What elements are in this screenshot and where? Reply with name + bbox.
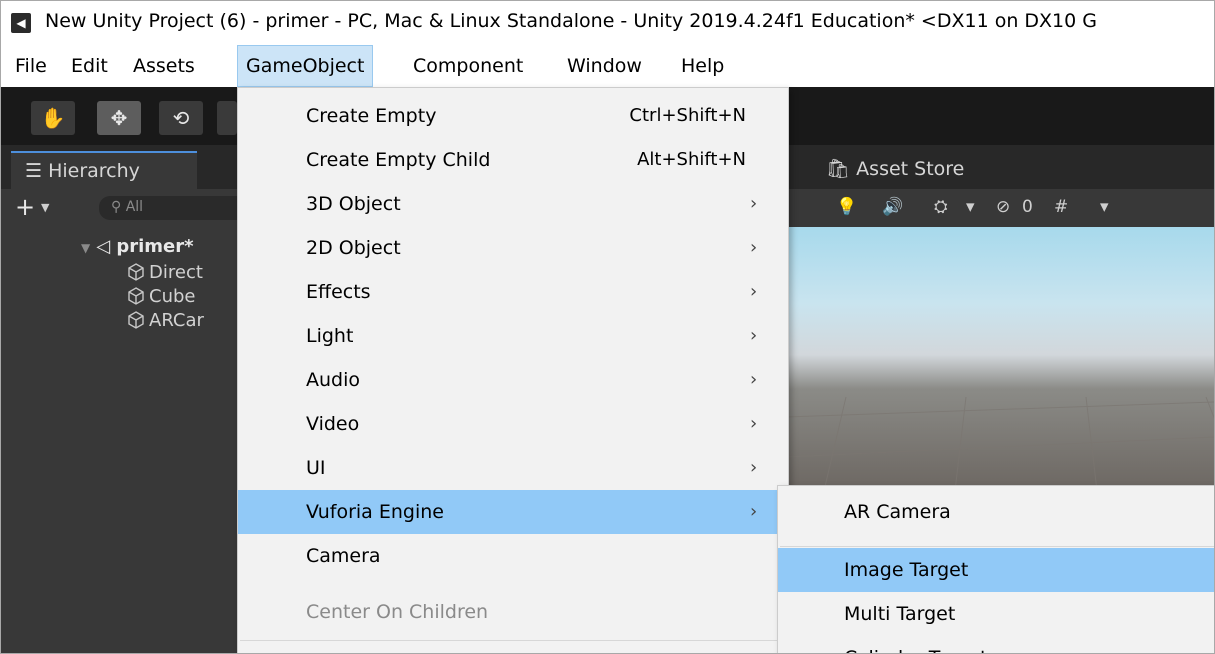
menu-edit[interactable]: Edit — [63, 45, 116, 87]
vuforia-submenu: AR Camera Image Target Multi Target Cyli… — [777, 485, 1214, 653]
shortcut-text: Alt+Shift+N — [637, 149, 746, 170]
menu-item-create-empty-child[interactable]: Create Empty Child Alt+Shift+N — [238, 138, 788, 182]
scale-tool-icon[interactable] — [217, 101, 237, 135]
expand-arrow-icon[interactable]: ▼ — [81, 241, 90, 255]
menu-item-light[interactable]: Light › — [238, 314, 788, 358]
submenu-arrow-icon: › — [750, 325, 758, 346]
unity-window: ◀ New Unity Project (6) - primer - PC, M… — [0, 0, 1215, 654]
submenu-separator — [780, 546, 1214, 547]
menu-window[interactable]: Window — [559, 45, 650, 87]
rotate-tool-icon[interactable]: ⟲ — [159, 101, 203, 135]
grid-dropdown-chevron-icon[interactable]: ▾ — [1100, 197, 1109, 217]
menu-item-audio[interactable]: Audio › — [238, 358, 788, 402]
submenu-item-image-target[interactable]: Image Target — [778, 548, 1214, 592]
menu-item-center-on-children: Center On Children — [306, 601, 489, 623]
hierarchy-panel: ▼ ◁ primer* Direct Cube ARCar — [1, 227, 241, 653]
submenu-arrow-icon: › — [750, 369, 758, 390]
bag-icon: 🛍 — [826, 158, 857, 180]
menu-item-ui[interactable]: UI › — [238, 446, 788, 490]
grid-toggle-icon[interactable]: # — [1054, 197, 1068, 217]
hidden-objects-icon[interactable]: ⊘ — [996, 197, 1010, 217]
tab-hierarchy-label: Hierarchy — [48, 160, 140, 182]
submenu-item-ar-camera[interactable]: AR Camera — [778, 490, 1214, 534]
submenu-arrow-icon: › — [750, 413, 758, 434]
menu-file[interactable]: File — [7, 45, 55, 87]
title-bar: ◀ New Unity Project (6) - primer - PC, M… — [1, 1, 1214, 45]
submenu-item-multi-target[interactable]: Multi Target — [778, 592, 1214, 636]
menu-item-vuforia-engine[interactable]: Vuforia Engine › — [238, 490, 788, 534]
search-icon: ⚲ — [111, 199, 126, 215]
hierarchy-toolbar: + ▼ ⚲ All — [1, 189, 249, 227]
tree-item-directional-light[interactable]: Direct — [127, 261, 203, 285]
submenu-arrow-icon: › — [750, 457, 758, 478]
lighting-toggle-icon[interactable]: 💡 — [836, 197, 857, 217]
gameobject-icon — [128, 311, 144, 329]
effects-dropdown-chevron-icon[interactable]: ▾ — [966, 197, 975, 217]
unity-logo-icon: ◀ — [11, 13, 31, 33]
chevron-down-icon[interactable]: ▼ — [41, 201, 49, 214]
gameobject-icon — [128, 287, 144, 305]
menu-item-video[interactable]: Video › — [238, 402, 788, 446]
move-tool-icon[interactable]: ✥ — [97, 101, 141, 135]
menu-gameobject[interactable]: GameObject — [237, 45, 374, 87]
menu-assets[interactable]: Assets — [125, 45, 203, 87]
submenu-arrow-icon: › — [750, 501, 758, 522]
menu-item-2d-object[interactable]: 2D Object › — [238, 226, 788, 270]
submenu-arrow-icon: › — [750, 237, 758, 258]
hidden-objects-count: 0 — [1022, 197, 1033, 217]
gameobject-icon — [128, 263, 144, 281]
menu-item-3d-object[interactable]: 3D Object › — [238, 182, 788, 226]
scene-view-toolbar: 💡 🔊 ⛭ ▾ ⊘ 0 # ▾ — [786, 189, 1214, 227]
add-object-button[interactable]: + — [15, 193, 35, 221]
hand-tool-icon[interactable]: ✋ — [31, 101, 75, 135]
shortcut-text: Ctrl+Shift+N — [629, 105, 746, 126]
submenu-item-cylinder-target[interactable]: Cylinder Target — [778, 636, 1214, 653]
submenu-arrow-icon: › — [750, 193, 758, 214]
gameobject-dropdown-menu: Create Empty Ctrl+Shift+N Create Empty C… — [237, 87, 789, 653]
menu-item-create-empty[interactable]: Create Empty Ctrl+Shift+N — [238, 94, 788, 138]
tab-hierarchy[interactable]: ☰ Hierarchy — [11, 151, 197, 189]
window-title: New Unity Project (6) - primer - PC, Mac… — [45, 10, 1097, 32]
effects-toggle-icon[interactable]: ⛭ — [934, 197, 948, 217]
menu-separator — [240, 640, 786, 641]
scene-root-item[interactable]: ▼ ◁ primer* — [81, 235, 194, 259]
tree-item-arcamera[interactable]: ARCar — [127, 309, 204, 333]
audio-toggle-icon[interactable]: 🔊 — [882, 197, 903, 217]
scene-tab-bar: 🛍 Asset Store — [786, 145, 1214, 189]
hamburger-icon: ☰ — [25, 160, 49, 182]
hierarchy-search-placeholder: ⚲ All — [111, 199, 144, 215]
submenu-arrow-icon: › — [750, 281, 758, 302]
unity-scene-icon: ◁ — [96, 236, 117, 257]
tab-asset-store[interactable]: 🛍 Asset Store — [826, 157, 964, 180]
menu-component[interactable]: Component — [405, 45, 531, 87]
menu-item-camera[interactable]: Camera — [238, 534, 788, 578]
menu-help[interactable]: Help — [673, 45, 732, 87]
menu-bar: File Edit Assets GameObject Component Wi… — [1, 45, 1214, 87]
tree-item-cube[interactable]: Cube — [127, 285, 195, 309]
menu-item-effects[interactable]: Effects › — [238, 270, 788, 314]
